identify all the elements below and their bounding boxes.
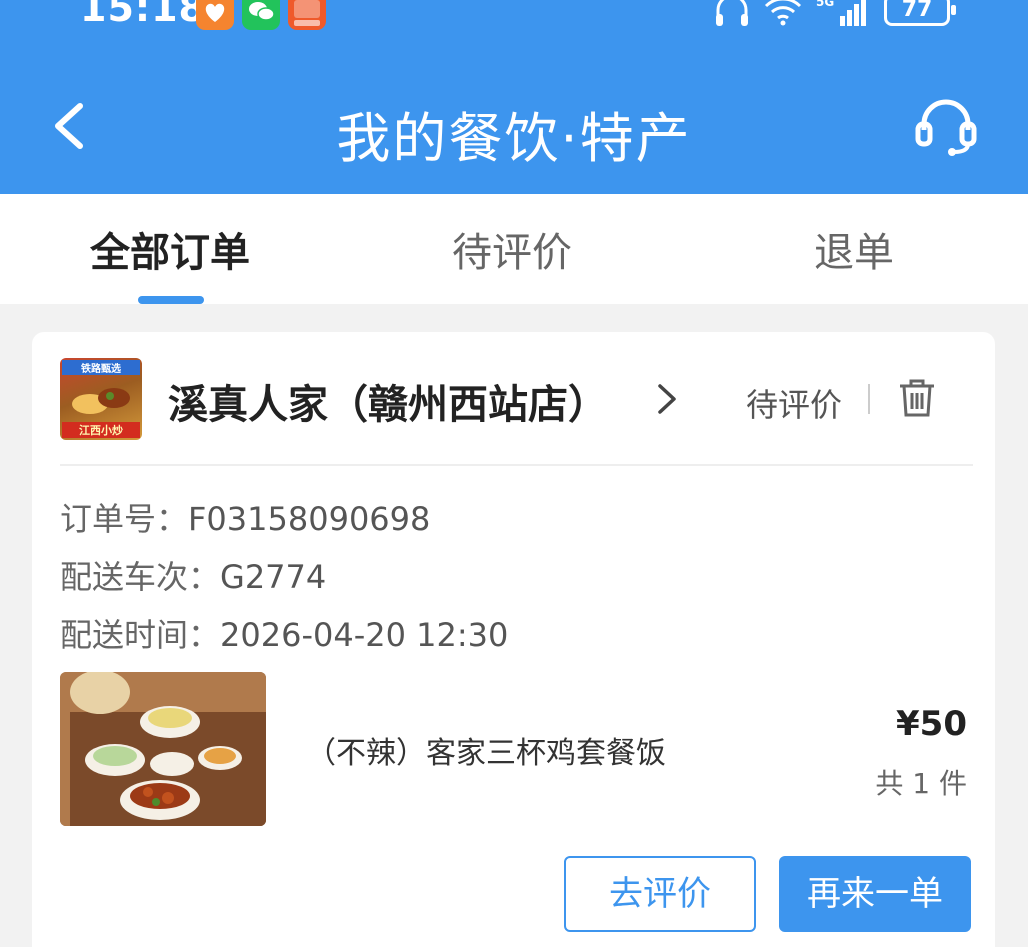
customer-service-button[interactable] — [914, 94, 978, 158]
svg-text:5G: 5G — [816, 0, 834, 9]
status-indicators: 5G 77 — [712, 0, 956, 28]
shop-name[interactable]: 溪真人家（赣州西站店） — [168, 372, 608, 430]
active-tab-indicator — [138, 296, 204, 304]
train-number-row: 配送车次：G2774 — [60, 552, 326, 598]
shop-logo: 铁路甄选 江西小炒 — [60, 358, 142, 440]
app-header: 15:18 5G 77 我的餐饮·特产 — [0, 0, 1028, 194]
tab-all-orders[interactable]: 全部订单 — [90, 220, 250, 278]
wechat-icon — [242, 0, 280, 30]
order-number-row: 订单号：F03158090698 — [60, 494, 430, 540]
meal-photo — [60, 672, 266, 826]
delivery-time-label: 配送时间： — [60, 616, 221, 654]
order-tabs: 全部订单 待评价 退单 — [0, 194, 1028, 304]
chevron-right-icon[interactable] — [656, 382, 678, 416]
headset-icon — [915, 99, 977, 156]
taobao-app-icon — [288, 0, 326, 30]
train-number: G2774 — [220, 558, 327, 596]
food-image[interactable] — [60, 672, 266, 826]
order-number: F03158090698 — [188, 500, 431, 538]
delivery-time-row: 配送时间：2026-04-20 12:30 — [60, 610, 508, 656]
status-divider — [868, 384, 870, 414]
delivery-time: 2026-04-20 12:30 — [220, 616, 509, 654]
order-number-label: 订单号： — [60, 500, 189, 538]
delete-order-button[interactable] — [898, 378, 936, 418]
food-item-quantity: 共 1 件 — [875, 767, 967, 800]
order-status: 待评价 — [746, 386, 843, 424]
headphones-icon — [716, 0, 748, 26]
review-button[interactable]: 去评价 — [564, 856, 756, 932]
order-card[interactable]: 铁路甄选 江西小炒 溪真人家（赣州西站店） 待评价 订单号：F031580906… — [32, 332, 995, 947]
signal-icon: 5G — [816, 0, 866, 26]
battery-icon: 77 — [884, 0, 956, 26]
card-divider — [60, 464, 973, 466]
food-item-name: （不辣）客家三杯鸡套餐饭 — [306, 736, 666, 771]
health-app-icon — [196, 0, 234, 30]
status-time: 15:18 — [80, 0, 206, 30]
trash-icon — [900, 379, 934, 417]
shop-logo-caption: 江西小炒 — [62, 422, 140, 438]
reorder-button[interactable]: 再来一单 — [779, 856, 971, 932]
page-title: 我的餐饮·特产 — [336, 107, 692, 170]
tab-refund[interactable]: 退单 — [814, 220, 894, 278]
status-app-icons — [196, 0, 326, 30]
food-item-price: ¥50 — [896, 704, 967, 744]
train-number-label: 配送车次： — [60, 558, 221, 596]
wifi-icon — [764, 0, 802, 26]
tab-pending-review[interactable]: 待评价 — [452, 220, 572, 278]
